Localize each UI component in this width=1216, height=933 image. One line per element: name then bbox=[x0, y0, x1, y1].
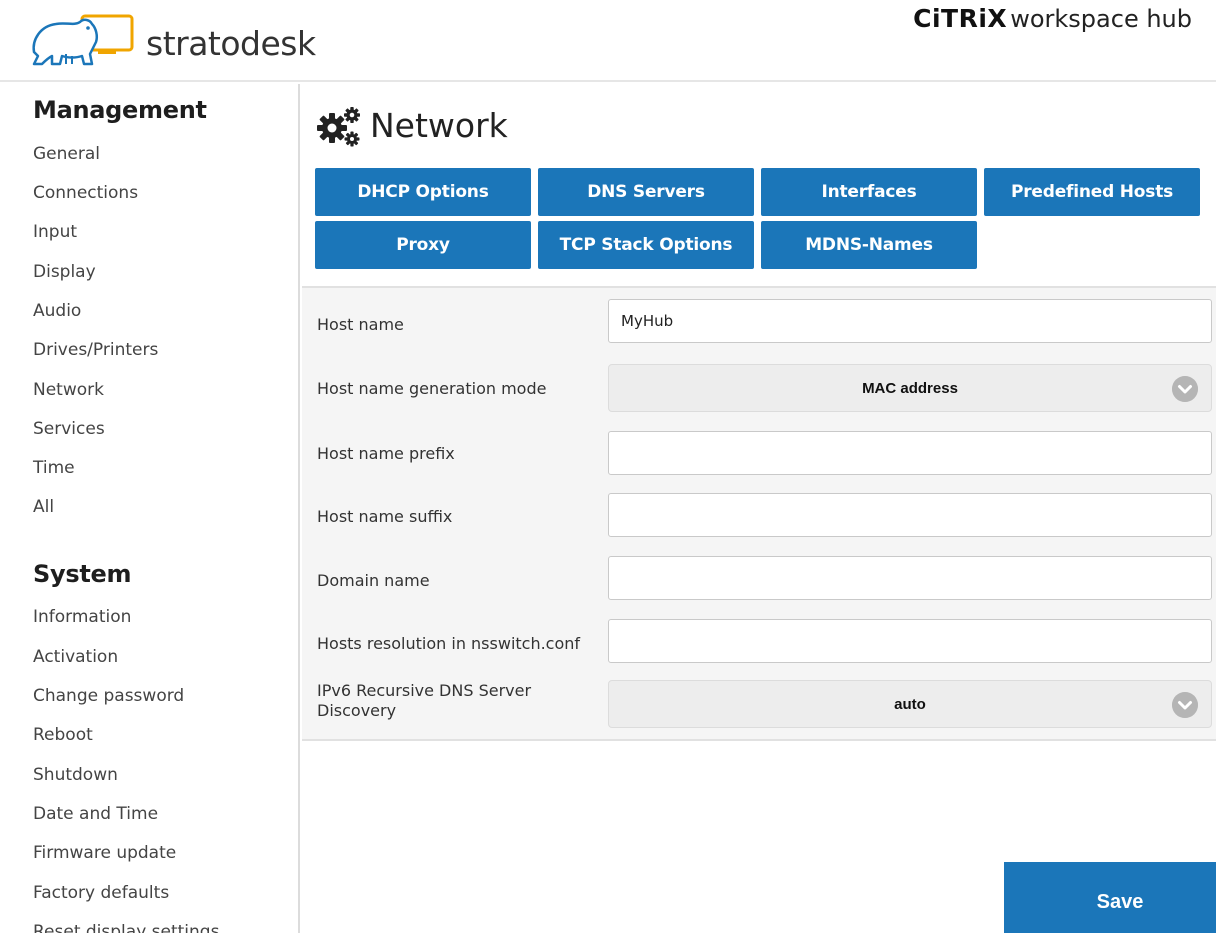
sidebar-item-reset-display-settings[interactable]: Reset display settings bbox=[33, 922, 219, 933]
sidebar-item-display[interactable]: Display bbox=[33, 262, 96, 282]
tab-dhcp-options[interactable]: DHCP Options bbox=[315, 168, 531, 216]
sidebar-item-activation[interactable]: Activation bbox=[33, 647, 118, 667]
tab-predefined-hosts[interactable]: Predefined Hosts bbox=[984, 168, 1200, 216]
domain-name-input[interactable] bbox=[608, 556, 1212, 600]
tab-mdns-names[interactable]: MDNS-Names bbox=[761, 221, 977, 269]
sidebar-item-connections[interactable]: Connections bbox=[33, 183, 138, 203]
chevron-down-icon bbox=[1172, 692, 1198, 718]
hosts-resolution-input[interactable] bbox=[608, 619, 1212, 663]
ipv6-rdnss-discovery-select[interactable]: auto bbox=[608, 680, 1212, 728]
sidebar-item-all[interactable]: All bbox=[33, 497, 54, 517]
page-title-text: Network bbox=[370, 105, 508, 145]
sidebar-item-input[interactable]: Input bbox=[33, 222, 77, 242]
sidebar-item-time[interactable]: Time bbox=[33, 458, 75, 478]
tab-interfaces[interactable]: Interfaces bbox=[761, 168, 977, 216]
host-name-suffix-input[interactable] bbox=[608, 493, 1212, 537]
citrix-logo-text: CiTRiX bbox=[913, 4, 1008, 33]
host-name-generation-mode-select[interactable]: MAC address bbox=[608, 364, 1212, 412]
host-name-generation-mode-label: Host name generation mode bbox=[317, 379, 547, 398]
host-name-label: Host name bbox=[317, 315, 404, 334]
tab-proxy[interactable]: Proxy bbox=[315, 221, 531, 269]
sidebar-item-drives-printers[interactable]: Drives/Printers bbox=[33, 340, 158, 360]
network-form: Host name MyHub Host name generation mod… bbox=[302, 286, 1216, 741]
host-name-input[interactable]: MyHub bbox=[608, 299, 1212, 343]
tab-dns-servers[interactable]: DNS Servers bbox=[538, 168, 754, 216]
sidebar-item-information[interactable]: Information bbox=[33, 607, 131, 627]
brand-name: stratodesk bbox=[146, 24, 316, 63]
gears-icon bbox=[317, 107, 360, 147]
host-name-prefix-label: Host name prefix bbox=[317, 444, 455, 463]
sidebar-heading-management: Management bbox=[33, 96, 207, 124]
sidebar-item-network[interactable]: Network bbox=[33, 380, 104, 400]
ipv6-rdnss-discovery-value: auto bbox=[894, 695, 926, 713]
main-content: Network DHCP Options DNS Servers Interfa… bbox=[302, 84, 1216, 933]
sidebar-item-date-and-time[interactable]: Date and Time bbox=[33, 804, 158, 824]
citrix-product-name: workspace hub bbox=[1010, 5, 1192, 33]
save-button[interactable]: Save bbox=[1004, 862, 1216, 933]
domain-name-label: Domain name bbox=[317, 571, 430, 590]
chevron-down-icon bbox=[1172, 376, 1198, 402]
sidebar-item-services[interactable]: Services bbox=[33, 419, 105, 439]
hosts-resolution-label: Hosts resolution in nsswitch.conf bbox=[317, 634, 581, 653]
sidebar-heading-system: System bbox=[33, 560, 132, 588]
sidebar-item-change-password[interactable]: Change password bbox=[33, 686, 184, 706]
sidebar-item-factory-defaults[interactable]: Factory defaults bbox=[33, 883, 169, 903]
host-name-generation-mode-value: MAC address bbox=[862, 379, 958, 397]
page-title: Network bbox=[314, 102, 508, 148]
sidebar-item-shutdown[interactable]: Shutdown bbox=[33, 765, 118, 785]
ipv6-rdnss-discovery-label: IPv6 Recursive DNS Server Discovery bbox=[317, 681, 532, 720]
sidebar-item-reboot[interactable]: Reboot bbox=[33, 725, 93, 745]
header: stratodesk CiTRiX workspace hub bbox=[0, 0, 1216, 82]
host-name-suffix-label: Host name suffix bbox=[317, 507, 453, 526]
host-name-prefix-input[interactable] bbox=[608, 431, 1212, 475]
tab-tcp-stack-options[interactable]: TCP Stack Options bbox=[538, 221, 754, 269]
citrix-logo: CiTRiX workspace hub bbox=[913, 4, 1192, 33]
sidebar-item-audio[interactable]: Audio bbox=[33, 301, 81, 321]
stratodesk-logo-icon bbox=[32, 14, 134, 66]
sidebar-item-firmware-update[interactable]: Firmware update bbox=[33, 843, 176, 863]
sidebar-item-general[interactable]: General bbox=[33, 144, 100, 164]
sidebar: Management General Connections Input Dis… bbox=[0, 84, 300, 933]
